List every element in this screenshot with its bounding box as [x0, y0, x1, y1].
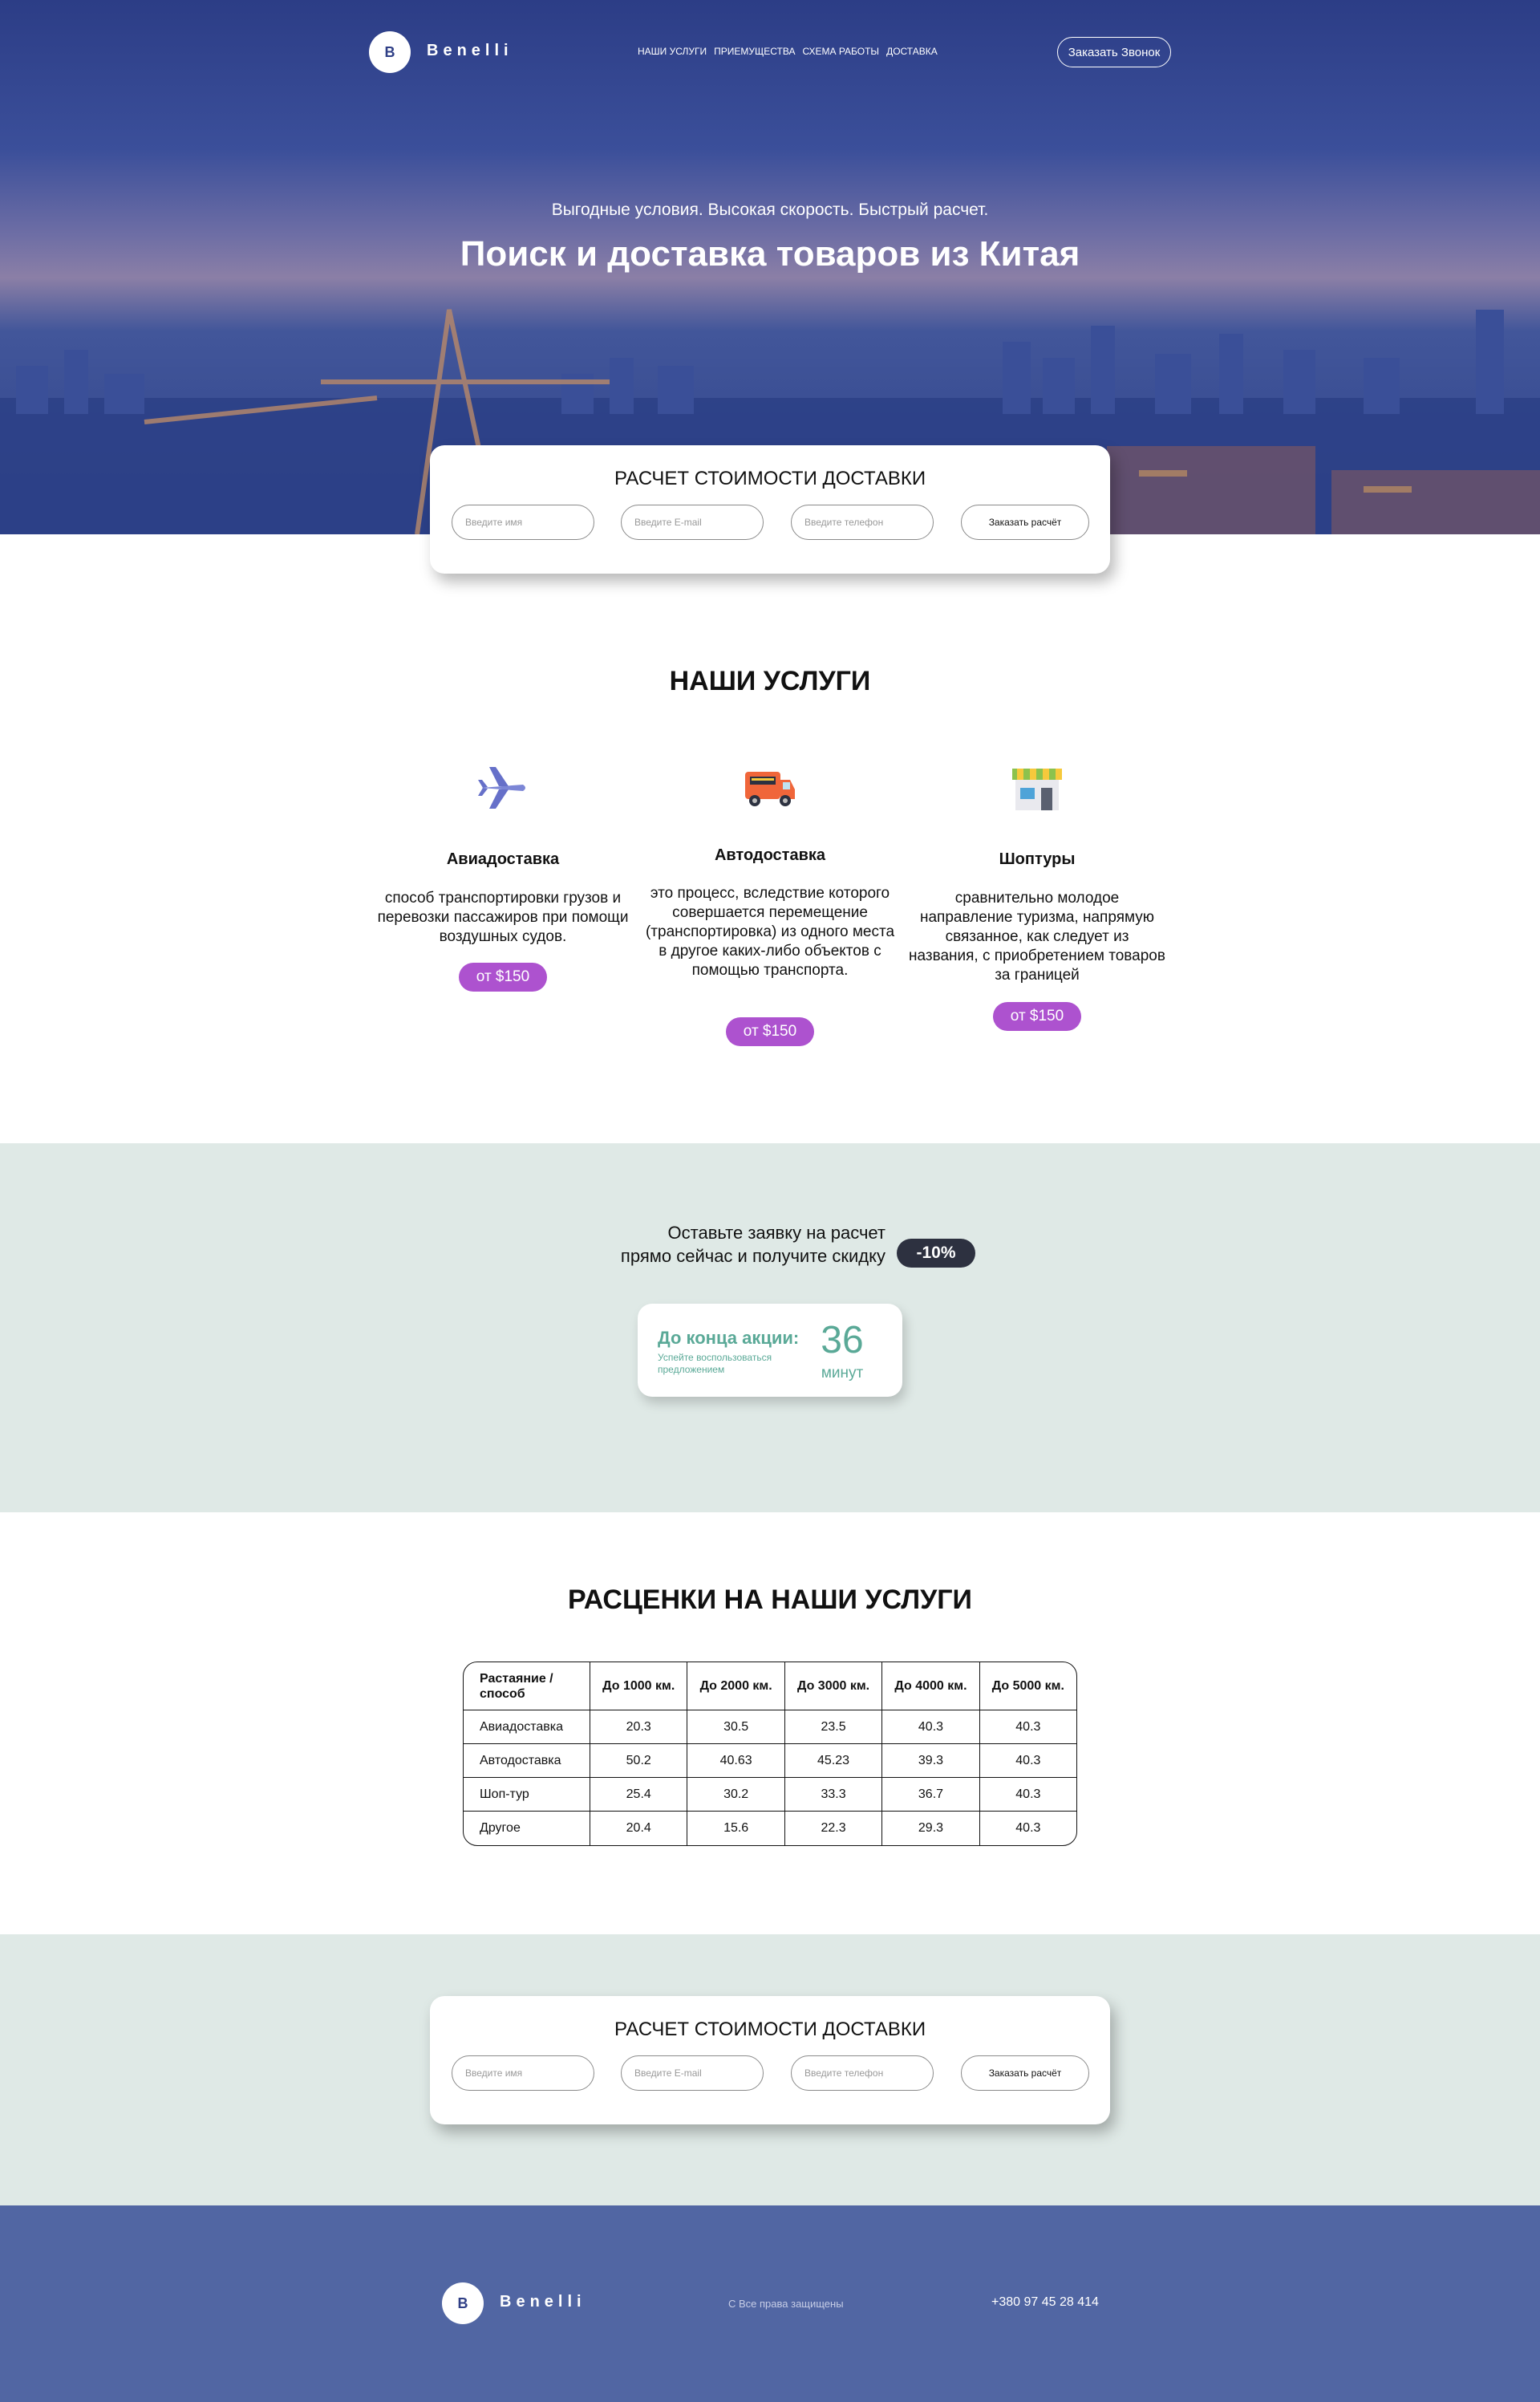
service-description: способ транспортировки грузов и перевозк…: [377, 890, 629, 945]
price-table: Растаяние / способ До 1000 км. До 2000 к…: [463, 1662, 1077, 1846]
table-cell: 40.3: [1015, 1821, 1041, 1835]
countdown-unit: минут: [821, 1365, 864, 1382]
service-name: Автодоставка: [714, 846, 826, 864]
shop-icon: [1012, 769, 1062, 810]
table-cell: 30.5: [687, 1710, 785, 1744]
table-cell: 25.4: [590, 1778, 688, 1812]
table-cell: 20.4: [590, 1812, 688, 1845]
footer-logo[interactable]: B: [442, 2282, 484, 2324]
table-cell: Авиадоставка: [464, 1710, 590, 1744]
order-call-button[interactable]: Заказать Звонок: [1057, 37, 1171, 67]
countdown-value: 36: [821, 1319, 864, 1361]
column-header: До 5000 км.: [979, 1662, 1076, 1710]
footer-phone-link[interactable]: +380 97 45 28 414: [991, 2295, 1099, 2310]
column-header: Растаяние / способ: [464, 1662, 590, 1710]
table-cell: 20.3: [590, 1710, 688, 1744]
nav-item-advantages[interactable]: ПРИЕМУЩЕСТВА: [714, 46, 795, 57]
brand-name[interactable]: Benelli: [427, 42, 513, 60]
table-header-row: Растаяние / способ До 1000 км. До 2000 к…: [464, 1662, 1076, 1710]
table-cell: 40.63: [687, 1744, 785, 1778]
phone-input[interactable]: Введите телефон: [791, 2055, 934, 2091]
table-cell: Шоп-тур: [464, 1778, 590, 1812]
countdown-hint: Успейте воспользоваться предложением: [658, 1352, 772, 1375]
table-cell: 40.3: [979, 1744, 1076, 1778]
service-description: сравнительно молодое направление туризма…: [909, 890, 1165, 984]
nav-item-delivery[interactable]: ДОСТАВКА: [886, 46, 938, 57]
service-price-badge[interactable]: от $150: [459, 963, 547, 992]
table-cell: 30.2: [687, 1778, 785, 1812]
countdown-card: До конца акции: Успейте воспользоваться …: [638, 1304, 902, 1397]
service-description: это процесс, вследствие которого соверша…: [645, 885, 895, 979]
table-cell: 36.7: [882, 1778, 980, 1812]
order-calc-button[interactable]: Заказать расчёт: [961, 505, 1089, 540]
promo-section: Оставьте заявку на расчет прямо сейчас и…: [0, 1143, 1540, 1512]
table-cell: 40.3: [979, 1710, 1076, 1744]
calc-form-title: РАСЧЕТ СТОИМОСТИ ДОСТАВКИ: [614, 2019, 926, 2040]
discount-badge: -10%: [897, 1239, 975, 1268]
email-input[interactable]: Введите E-mail: [621, 2055, 764, 2091]
name-input[interactable]: Введите имя: [452, 2055, 594, 2091]
hero-subtitle: Выгодные условия. Высокая скорость. Быст…: [551, 201, 989, 219]
phone-input[interactable]: Введите телефон: [791, 505, 934, 540]
promo-text: Оставьте заявку на расчет прямо сейчас и…: [561, 1221, 886, 1268]
table-cell: 39.3: [882, 1744, 980, 1778]
brand-logo[interactable]: B: [369, 31, 411, 73]
table-cell: 40.3: [979, 1778, 1076, 1812]
table-cell: 33.3: [784, 1778, 883, 1812]
calc-form-title: РАСЧЕТ СТОИМОСТИ ДОСТАВКИ: [614, 468, 926, 489]
table-cell: 29.3: [882, 1812, 980, 1845]
nav-item-services[interactable]: НАШИ УСЛУГИ: [638, 46, 707, 57]
airplane-icon: [478, 767, 525, 809]
promo-text-line: Оставьте заявку на расчет: [667, 1223, 886, 1243]
column-header: До 2000 км.: [687, 1662, 785, 1710]
service-name: Шоптуры: [999, 850, 1076, 868]
table-cell: 45.23: [784, 1744, 883, 1778]
delivery-calc-form-bottom: РАСЧЕТ СТОИМОСТИ ДОСТАВКИ Введите имя Вв…: [430, 1996, 1110, 2124]
table-row: Другое 20.4 15.6 22.3 29.3 40.3: [464, 1812, 1076, 1845]
service-name: Авиадоставка: [446, 850, 560, 868]
column-header: До 1000 км.: [590, 1662, 688, 1710]
table-cell: Автодоставка: [464, 1744, 590, 1778]
footer-brand-name[interactable]: Benelli: [500, 2293, 586, 2311]
hero-title: Поиск и доставка товаров из Китая: [460, 234, 1080, 274]
services-title: НАШИ УСЛУГИ: [669, 666, 871, 696]
footer: B Benelli С Все права защищены +380 97 4…: [0, 2205, 1540, 2402]
main-nav: НАШИ УСЛУГИ ПРИЕМУЩЕСТВА СХЕМА РАБОТЫ ДО…: [638, 46, 938, 57]
service-price-badge[interactable]: от $150: [993, 1002, 1081, 1031]
table-cell: 50.2: [590, 1744, 688, 1778]
column-header: До 4000 км.: [882, 1662, 980, 1710]
table-cell: 23.5: [784, 1710, 883, 1744]
table-cell: 15.6: [687, 1812, 785, 1845]
email-input[interactable]: Введите E-mail: [621, 505, 764, 540]
table-row: Авиадоставка 20.3 30.5 23.5 40.3 40.3: [464, 1710, 1076, 1744]
name-input[interactable]: Введите имя: [452, 505, 594, 540]
service-price-badge[interactable]: от $150: [726, 1017, 814, 1046]
table-cell: Другое: [464, 1812, 590, 1845]
table-cell: 22.3: [785, 1812, 883, 1845]
column-header: До 3000 км.: [784, 1662, 883, 1710]
delivery-calc-form: РАСЧЕТ СТОИМОСТИ ДОСТАВКИ Введите имя Вв…: [430, 445, 1110, 574]
table-row: Автодоставка 50.2 40.63 45.23 39.3 40.3: [464, 1744, 1076, 1778]
copyright-text: С Все права защищены: [728, 2298, 844, 2310]
promo-text-line: прямо сейчас и получите скидку: [620, 1246, 886, 1266]
table-cell: 40.3: [882, 1710, 980, 1744]
order-calc-button[interactable]: Заказать расчёт: [961, 2055, 1089, 2091]
countdown-label: До конца акции:: [658, 1328, 800, 1348]
table-row: Шоп-тур 25.4 30.2 33.3 36.7 40.3: [464, 1778, 1076, 1812]
nav-item-workflow[interactable]: СХЕМА РАБОТЫ: [802, 46, 879, 57]
truck-icon: [745, 772, 795, 806]
prices-title: РАСЦЕНКИ НА НАШИ УСЛУГИ: [568, 1584, 972, 1615]
